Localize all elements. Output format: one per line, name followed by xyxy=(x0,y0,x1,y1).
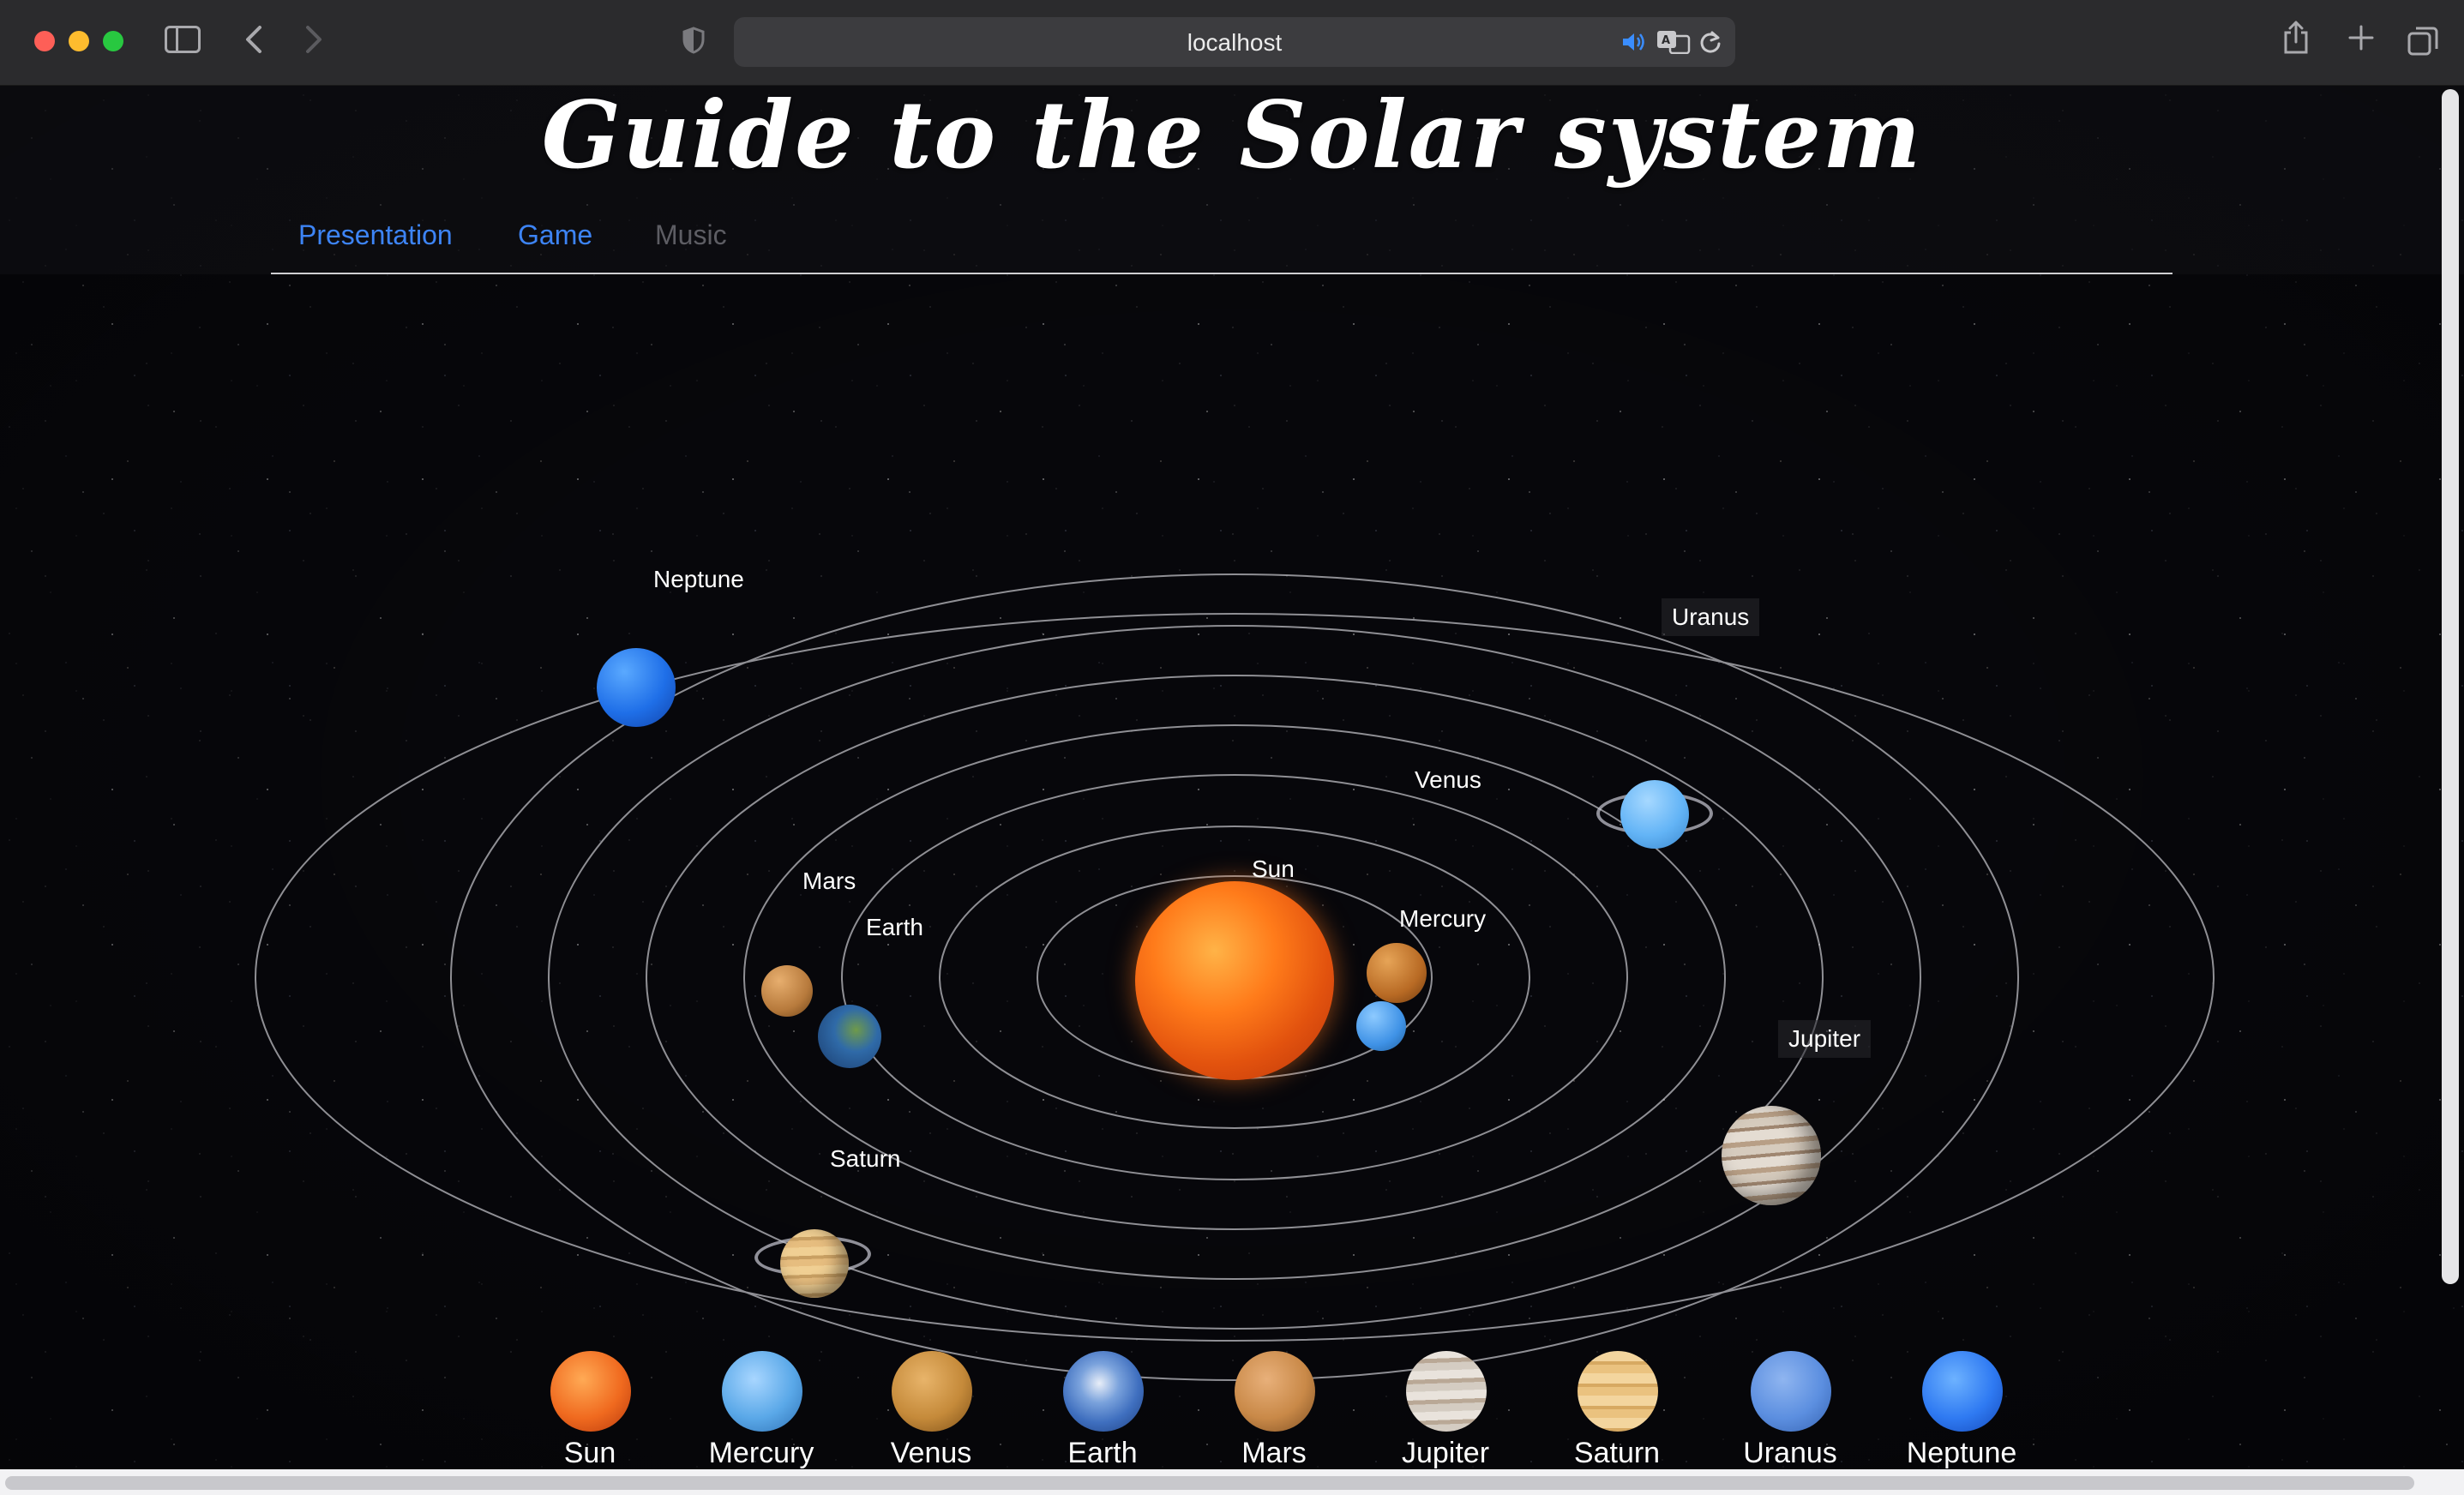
share-icon[interactable] xyxy=(2281,19,2311,57)
picker-label: Jupiter xyxy=(1401,1437,1490,1469)
back-icon[interactable] xyxy=(238,21,269,58)
earth-label: Earth xyxy=(866,914,923,940)
venus-label: Venus xyxy=(1415,766,1481,793)
mars-label: Mars xyxy=(802,868,856,894)
picker-sun[interactable]: Sun xyxy=(504,1351,676,1469)
horizontal-scroll-thumb[interactable] xyxy=(5,1476,2414,1490)
earth-body[interactable] xyxy=(818,1005,881,1068)
shield-icon[interactable] xyxy=(681,26,706,55)
orbit-diagram xyxy=(255,573,2215,1381)
mercury-label: Mercury xyxy=(1399,905,1487,932)
picker-label: Mercury xyxy=(708,1437,814,1469)
address-bar[interactable]: localhost A xyxy=(734,17,1735,67)
mercury-thumbnail[interactable] xyxy=(722,1351,802,1432)
earth-thumbnail[interactable] xyxy=(1063,1351,1144,1432)
jupiter-label: Jupiter xyxy=(1778,1020,1872,1058)
page-content: Guide to the Solar system Presentation G… xyxy=(0,86,2464,1469)
jupiter-body[interactable] xyxy=(1722,1106,1821,1205)
picker-label: Earth xyxy=(1067,1437,1138,1469)
url-text[interactable]: localhost xyxy=(734,29,1735,57)
uranus-label: Uranus xyxy=(1662,598,1760,636)
minimize-window-button[interactable] xyxy=(69,31,89,51)
picker-venus[interactable]: Venus xyxy=(845,1351,1017,1469)
picker-uranus[interactable]: Uranus xyxy=(1704,1351,1876,1469)
picker-mercury[interactable]: Mercury xyxy=(676,1351,847,1469)
saturn-body[interactable] xyxy=(780,1229,849,1298)
sun-label: Sun xyxy=(1252,856,1295,882)
venus-thumbnail[interactable] xyxy=(892,1351,972,1432)
site-title: Guide to the Solar system xyxy=(541,86,1923,189)
saturn-label: Saturn xyxy=(830,1145,901,1172)
new-tab-icon[interactable] xyxy=(2344,19,2378,57)
vertical-scrollbar[interactable] xyxy=(2442,89,2459,1284)
neptune-body[interactable] xyxy=(597,648,676,727)
translate-icon[interactable]: A xyxy=(1656,29,1691,55)
forward-icon[interactable] xyxy=(298,21,329,58)
mars-thumbnail[interactable] xyxy=(1235,1351,1315,1432)
sun-body[interactable] xyxy=(1135,881,1334,1080)
saturn-thumbnail[interactable] xyxy=(1578,1351,1658,1432)
picker-neptune[interactable]: Neptune xyxy=(1876,1351,2047,1469)
zoom-window-button[interactable] xyxy=(103,31,123,51)
picker-label: Sun xyxy=(563,1437,616,1469)
tabs-overview-icon[interactable] xyxy=(2406,24,2440,58)
planet-picker: Sun Mercury Venus Earth Mars Jupiter Sat… xyxy=(0,1346,2464,1469)
picker-label: Saturn xyxy=(1573,1437,1661,1469)
nav-game-link[interactable]: Game xyxy=(518,219,592,251)
picker-saturn[interactable]: Saturn xyxy=(1531,1351,1703,1469)
picker-jupiter[interactable]: Jupiter xyxy=(1360,1351,1531,1469)
nav-music-link[interactable]: Music xyxy=(655,219,727,251)
picker-label: Mars xyxy=(1241,1437,1307,1469)
browser-toolbar: localhost A xyxy=(0,0,2464,86)
venus-body[interactable] xyxy=(1367,943,1427,1003)
uranus-thumbnail[interactable] xyxy=(1751,1351,1831,1432)
horizontal-scrollbar[interactable] xyxy=(0,1469,2464,1495)
sidebar-icon[interactable] xyxy=(165,26,201,53)
main-nav: Presentation Game Music xyxy=(271,214,2173,274)
picker-label: Uranus xyxy=(1743,1437,1837,1469)
picker-label: Neptune xyxy=(1906,1437,2017,1469)
picker-earth[interactable]: Earth xyxy=(1017,1351,1188,1469)
reload-icon[interactable] xyxy=(1698,27,1723,57)
neptune-thumbnail[interactable] xyxy=(1922,1351,2003,1432)
nav-presentation-link[interactable]: Presentation xyxy=(298,219,453,251)
svg-text:A: A xyxy=(1662,34,1670,47)
neptune-label: Neptune xyxy=(653,566,744,592)
sun-thumbnail[interactable] xyxy=(550,1351,631,1432)
mercury-body[interactable] xyxy=(1356,1001,1406,1051)
picker-mars[interactable]: Mars xyxy=(1188,1351,1360,1469)
uranus-body[interactable] xyxy=(1620,780,1689,849)
jupiter-thumbnail[interactable] xyxy=(1406,1351,1487,1432)
speaker-icon[interactable] xyxy=(1620,29,1648,55)
picker-label: Venus xyxy=(890,1437,972,1469)
close-window-button[interactable] xyxy=(34,31,55,51)
mars-body[interactable] xyxy=(761,965,813,1017)
